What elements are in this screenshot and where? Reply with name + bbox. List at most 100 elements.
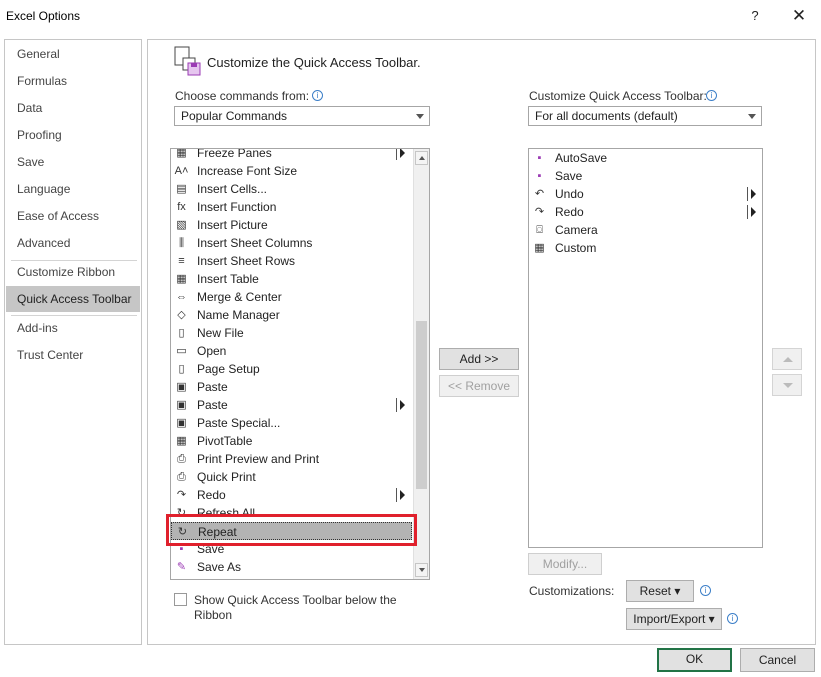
options-navigation: General Formulas Data Proofing Save Lang…: [4, 39, 142, 645]
move-down-button[interactable]: [772, 374, 802, 396]
submenu-arrow-icon[interactable]: [400, 400, 405, 410]
table-icon: ▦: [176, 273, 187, 285]
choose-commands-value: Popular Commands: [181, 109, 288, 123]
scroll-down-button[interactable]: [415, 563, 428, 577]
command-label: Redo: [197, 488, 226, 502]
command-item[interactable]: ▧ Insert Picture: [171, 216, 412, 234]
nav-item-quick-access-toolbar[interactable]: Quick Access Toolbar: [6, 286, 140, 312]
remove-button[interactable]: << Remove: [439, 375, 519, 397]
submenu-arrow-icon[interactable]: [400, 149, 405, 158]
command-label: Paste Special...: [197, 416, 281, 430]
toolbar-item-label: Camera: [555, 223, 598, 237]
command-item[interactable]: ▯ Page Setup: [171, 360, 412, 378]
show-below-ribbon-checkbox[interactable]: [174, 593, 187, 606]
save-as-icon: ✎: [176, 561, 187, 573]
undo-icon: ↶: [534, 188, 545, 200]
nav-item-proofing[interactable]: Proofing: [6, 122, 140, 148]
nav-item-save[interactable]: Save: [6, 149, 140, 175]
command-item[interactable]: fx Insert Function: [171, 198, 412, 216]
modify-button[interactable]: Modify...: [528, 553, 602, 575]
redo-icon: ↷: [534, 206, 545, 218]
submenu-arrow-icon[interactable]: [751, 189, 756, 199]
close-button[interactable]: ✕: [787, 6, 811, 26]
pivot-table-icon: ▦: [176, 435, 187, 447]
add-button[interactable]: Add >>: [439, 348, 519, 370]
toolbar-item-label: Custom: [555, 241, 597, 255]
toolbar-item[interactable]: ↶ Undo: [529, 185, 762, 203]
customize-toolbar-label: Customize Quick Access Toolbar:: [529, 89, 707, 103]
toolbar-item-label: AutoSave: [555, 151, 608, 165]
command-item[interactable]: ⇔ Merge & Center: [171, 288, 412, 306]
toolbar-item-label: Save: [555, 169, 583, 183]
command-label: Page Setup: [197, 362, 260, 376]
import-export-button[interactable]: Import/Export ▾: [626, 608, 722, 630]
page-setup-icon: ▯: [178, 363, 185, 375]
command-item[interactable]: A˄ Increase Font Size: [171, 162, 412, 180]
nav-item-data[interactable]: Data: [6, 95, 140, 121]
command-item[interactable]: ▭ Open: [171, 342, 412, 360]
command-label: Name Manager: [197, 308, 280, 322]
info-icon: i: [312, 90, 323, 101]
toolbar-items-list[interactable]: ▪ AutoSave ▪ Save ↶ Undo ↷ Redo ⌼ Camera ▦ Custom: [528, 148, 763, 548]
command-item[interactable]: ↷ Redo: [171, 486, 412, 504]
command-item[interactable]: ⎙ Quick Print: [171, 468, 412, 486]
choose-commands-label: Choose commands from:: [175, 89, 310, 103]
customizations-label: Customizations:: [529, 584, 615, 598]
command-item[interactable]: ⎙ Print Preview and Print: [171, 450, 412, 468]
command-item[interactable]: ▦ Insert Table: [171, 270, 412, 288]
help-button[interactable]: ?: [745, 6, 765, 26]
title-bar: [0, 0, 821, 34]
nav-item-advanced[interactable]: Advanced: [6, 230, 140, 256]
reset-button[interactable]: Reset ▾: [626, 580, 694, 602]
name-manager-icon: ◇: [177, 309, 186, 321]
toolbar-item[interactable]: ⌼ Camera: [529, 221, 762, 239]
command-item[interactable]: ▦ Freeze Panes: [171, 148, 412, 162]
command-item[interactable]: ▤ Insert Cells...: [171, 180, 412, 198]
command-item[interactable]: ◇ Name Manager: [171, 306, 412, 324]
insert-rows-icon: ≡: [178, 255, 185, 267]
nav-item-ease-of-access[interactable]: Ease of Access: [6, 203, 140, 229]
toolbar-item[interactable]: ↷ Redo: [529, 203, 762, 221]
command-label: PivotTable: [197, 434, 253, 448]
command-label: Open: [197, 344, 227, 358]
nav-item-add-ins[interactable]: Add-ins: [6, 315, 140, 341]
toolbar-item[interactable]: ▦ Custom: [529, 239, 762, 257]
command-item[interactable]: ▯ New File: [171, 324, 412, 342]
command-label: Insert Cells...: [197, 182, 268, 196]
nav-item-language[interactable]: Language: [6, 176, 140, 202]
nav-item-trust-center[interactable]: Trust Center: [6, 342, 140, 368]
info-icon: i: [706, 90, 717, 101]
scroll-up-button[interactable]: [415, 151, 428, 165]
command-item[interactable]: ✎ Save As: [171, 558, 412, 576]
insert-columns-icon: ⫼: [178, 237, 185, 249]
submenu-divider: [747, 187, 748, 201]
command-label: Paste: [197, 380, 228, 394]
command-item[interactable]: ▭ Set Print Area: [171, 576, 412, 579]
choose-commands-dropdown[interactable]: Popular Commands: [174, 106, 430, 126]
toolbar-item[interactable]: ▪ AutoSave: [529, 149, 762, 167]
command-item[interactable]: ▣ Paste: [171, 378, 412, 396]
command-item[interactable]: ▣ Paste Special...: [171, 414, 412, 432]
cancel-button[interactable]: Cancel: [740, 648, 815, 672]
ok-button[interactable]: OK: [657, 648, 732, 672]
nav-item-general[interactable]: General: [6, 41, 140, 67]
merge-center-icon: ⇔: [176, 291, 187, 303]
command-item[interactable]: ≡ Insert Sheet Rows: [171, 252, 412, 270]
move-up-button[interactable]: [772, 348, 802, 370]
command-label: Insert Table: [197, 272, 259, 286]
command-item[interactable]: ▦ PivotTable: [171, 432, 412, 450]
toolbar-item[interactable]: ▪ Save: [529, 167, 762, 185]
nav-item-customize-ribbon[interactable]: Customize Ribbon: [6, 259, 140, 285]
freeze-panes-icon: ▦: [176, 148, 187, 159]
command-label: Print Preview and Print: [197, 452, 320, 466]
command-item[interactable]: ▣ Paste: [171, 396, 412, 414]
submenu-arrow-icon[interactable]: [751, 207, 756, 217]
submenu-arrow-icon[interactable]: [400, 490, 405, 500]
increase-font-icon: A˄: [174, 165, 189, 177]
scroll-thumb[interactable]: [416, 321, 427, 489]
command-item[interactable]: ⫼ Insert Sheet Columns: [171, 234, 412, 252]
nav-item-formulas[interactable]: Formulas: [6, 68, 140, 94]
customize-toolbar-dropdown[interactable]: For all documents (default): [528, 106, 762, 126]
camera-icon: ⌼: [536, 224, 543, 236]
save-icon: ▪: [537, 170, 542, 182]
